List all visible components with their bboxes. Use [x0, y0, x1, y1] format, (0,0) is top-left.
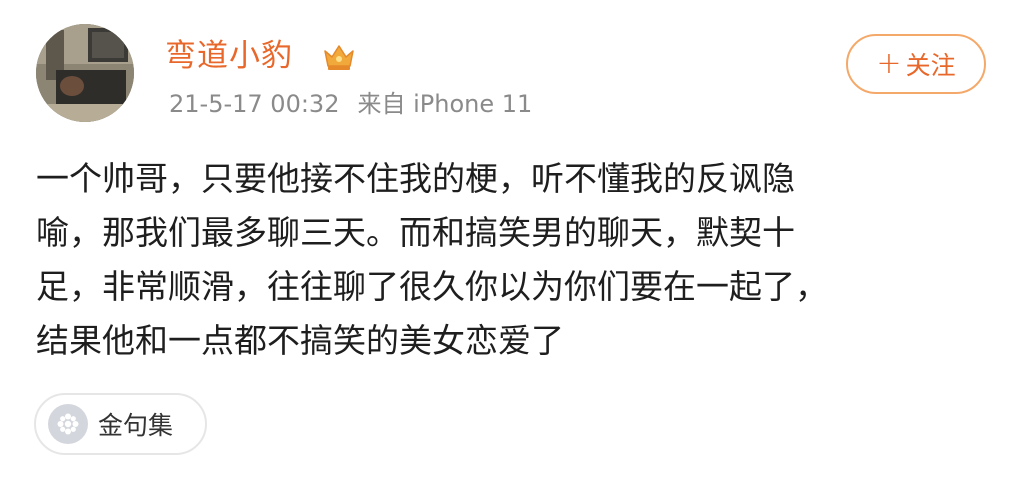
post-text: 一个帅哥，只要他接不住我的梗，听不懂我的反讽隐 喻，那我们最多聊三天。而和搞笑男… — [36, 152, 996, 368]
post-text-line: 喻，那我们最多聊三天。而和搞笑男的聊天，默契十 — [36, 213, 795, 252]
follow-button-label: 关注 — [905, 51, 956, 80]
plus-icon: + — [876, 46, 902, 81]
avatar[interactable] — [36, 24, 134, 122]
crown-vip-icon — [322, 42, 356, 72]
avatar-photo — [36, 24, 134, 122]
author-name[interactable]: 弯道小豹 — [165, 36, 293, 76]
topic-chip-label: 金句集 — [98, 411, 174, 440]
flower-icon — [48, 404, 88, 444]
post-text-line: 一个帅哥，只要他接不住我的梗，听不懂我的反讽隐 — [36, 159, 795, 198]
topic-chip[interactable]: 金句集 — [34, 393, 207, 455]
post-text-line: 结果他和一点都不搞笑的美女恋爱了 — [36, 321, 564, 360]
post-source: 来自 iPhone 11 — [357, 90, 533, 118]
follow-button[interactable]: + 关注 — [846, 34, 986, 94]
post-date: 21-5-17 00:32 — [169, 90, 340, 118]
post-text-line: 足，非常顺滑，往往聊了很久你以为你们要在一起了， — [36, 267, 828, 306]
post-meta: 21-5-17 00:32 来自 iPhone 11 — [169, 87, 532, 121]
